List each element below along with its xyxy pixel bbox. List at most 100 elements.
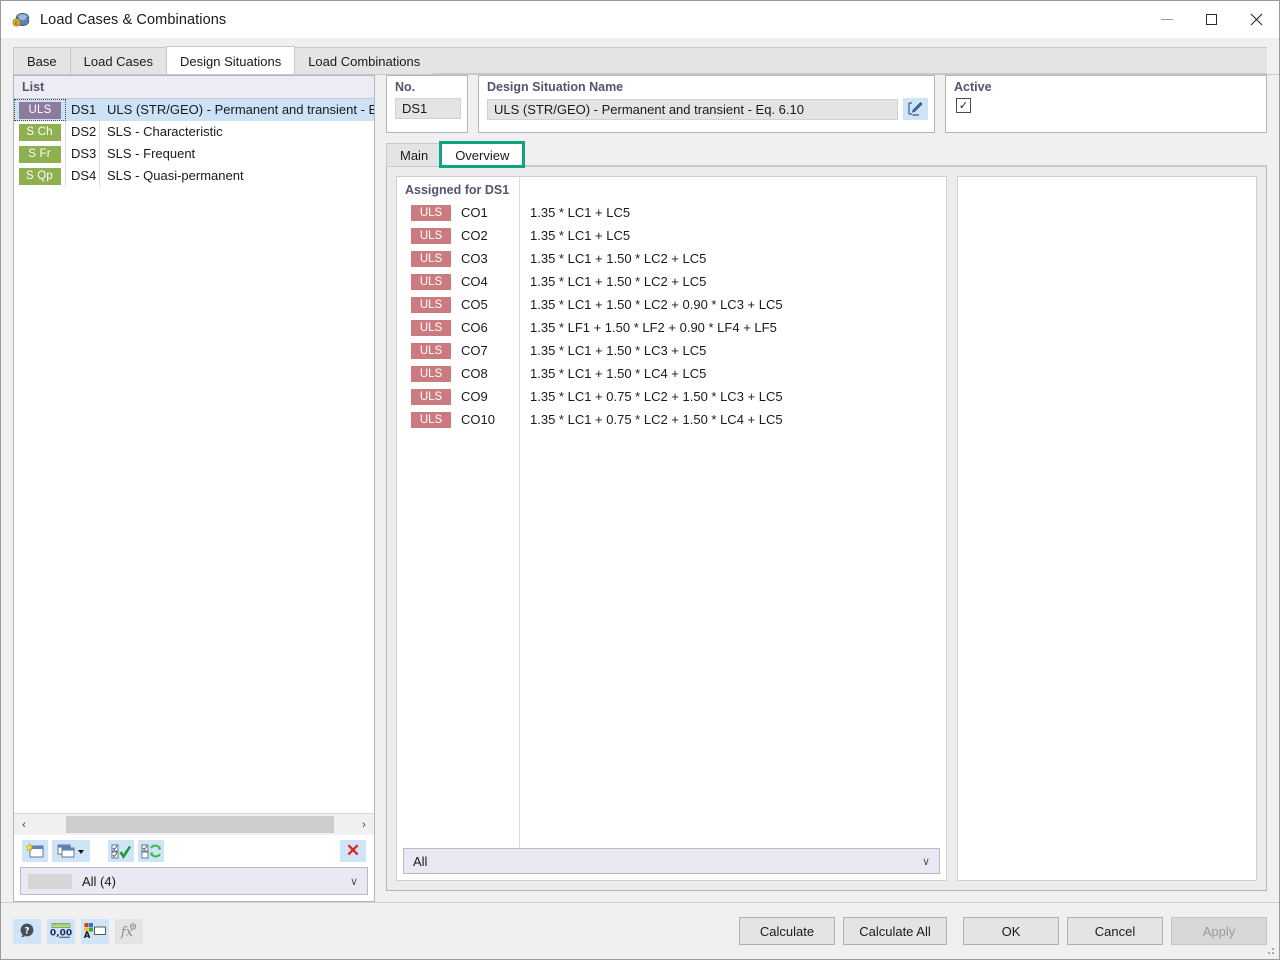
resize-grip[interactable]	[1266, 946, 1276, 956]
list-item-no: DS3	[66, 143, 100, 165]
status-badge: ULS	[411, 389, 451, 405]
apply-button: Apply	[1171, 917, 1267, 945]
calculate-all-button[interactable]: Calculate All	[843, 917, 947, 945]
list-item[interactable]: S Ch DS2 SLS - Characteristic	[14, 121, 374, 143]
badge-cell: ULS	[397, 228, 453, 244]
status-badge: S Qp	[19, 168, 61, 185]
list-item[interactable]: S Fr DS3 SLS - Frequent	[14, 143, 374, 165]
content-area: List ULS DS1 ULS (STR/GEO) - Permanent a…	[1, 75, 1279, 902]
no-label: No.	[387, 80, 467, 98]
calculate-button[interactable]: Calculate	[739, 917, 835, 945]
load-cases-icon: 6	[11, 10, 31, 30]
list-item-name: SLS - Frequent	[100, 143, 374, 165]
scrollbar-track[interactable]	[34, 814, 354, 835]
maximize-button[interactable]	[1189, 1, 1234, 38]
badge-cell: ULS	[397, 389, 453, 405]
badge-cell: ULS	[397, 274, 453, 290]
table-row[interactable]: ULS CO2 1.35 * LC1 + LC5	[397, 224, 946, 247]
assigned-combinations-panel: Assigned for DS1 ULS CO1 1.35 * LC1 + LC…	[396, 176, 947, 881]
cancel-button[interactable]: Cancel	[1067, 917, 1163, 945]
combination-no: CO6	[453, 320, 519, 335]
table-row[interactable]: ULS CO10 1.35 * LC1 + 0.75 * LC2 + 1.50 …	[397, 408, 946, 431]
select-all-button[interactable]	[108, 840, 134, 862]
scroll-right-icon[interactable]: ›	[354, 814, 374, 835]
no-field-group: No. DS1	[386, 75, 468, 133]
help-icon[interactable]: ?	[13, 919, 41, 944]
scroll-left-icon[interactable]: ‹	[14, 814, 34, 835]
design-situation-name-body: ULS (STR/GEO) - Permanent and transient …	[479, 98, 934, 124]
combination-formula: 1.35 * LC1 + 1.50 * LC4 + LC5	[519, 366, 706, 381]
status-badge: ULS	[411, 297, 451, 313]
delete-button[interactable]: ✕	[340, 840, 366, 862]
status-badge: ULS	[411, 274, 451, 290]
tab-base[interactable]: Base	[13, 47, 71, 74]
svg-text:6: 6	[15, 21, 18, 27]
tab-design-situations[interactable]: Design Situations	[166, 46, 295, 74]
list-filter-dropdown[interactable]: All (4) ∨	[20, 867, 368, 895]
load-cases-window: 6 Load Cases & Combinations Base Load Ca…	[0, 0, 1280, 960]
detail-pane: No. DS1 Design Situation Name ULS (STR/G…	[386, 75, 1267, 902]
active-field-group: Active ✓	[945, 75, 1267, 133]
close-button[interactable]	[1234, 1, 1279, 38]
edit-pencil-icon[interactable]	[903, 98, 928, 120]
table-row[interactable]: ULS CO4 1.35 * LC1 + 1.50 * LC2 + LC5	[397, 270, 946, 293]
status-badge: ULS	[411, 343, 451, 359]
units-icon[interactable]: 0,00	[47, 919, 75, 944]
tab-main[interactable]: Main	[386, 143, 442, 166]
table-row[interactable]: ULS CO6 1.35 * LF1 + 1.50 * LF2 + 0.90 *…	[397, 316, 946, 339]
minimize-button[interactable]	[1144, 1, 1189, 38]
tabstrip-filler	[433, 47, 1267, 74]
active-label: Active	[946, 80, 1266, 98]
main-tabstrip-container: Base Load Cases Design Situations Load C…	[1, 38, 1279, 75]
combination-formula: 1.35 * LC1 + 1.50 * LC2 + LC5	[519, 274, 706, 289]
chevron-down-icon[interactable]: ∨	[922, 855, 930, 868]
list-item[interactable]: S Qp DS4 SLS - Quasi-permanent	[14, 165, 374, 187]
combination-formula: 1.35 * LC1 + LC5	[519, 228, 630, 243]
ok-button[interactable]: OK	[963, 917, 1059, 945]
tab-overview[interactable]: Overview	[441, 143, 523, 166]
copy-design-situation-button[interactable]	[52, 840, 90, 862]
list-item[interactable]: ULS DS1 ULS (STR/GEO) - Permanent and tr…	[14, 99, 374, 121]
list-item-no: DS2	[66, 121, 100, 143]
invert-selection-button[interactable]	[138, 840, 164, 862]
new-design-situation-button[interactable]	[22, 840, 48, 862]
tab-load-cases[interactable]: Load Cases	[70, 47, 167, 74]
table-row[interactable]: ULS CO1 1.35 * LC1 + LC5	[397, 201, 946, 224]
active-checkbox[interactable]: ✓	[956, 98, 971, 113]
combination-no: CO1	[453, 205, 519, 220]
badge-cell: ULS	[397, 366, 453, 382]
table-row[interactable]: ULS CO9 1.35 * LC1 + 0.75 * LC2 + 1.50 *…	[397, 385, 946, 408]
assigned-filter-dropdown[interactable]: All ∨	[403, 848, 940, 874]
combination-formula: 1.35 * LF1 + 1.50 * LF2 + 0.90 * LF4 + L…	[519, 320, 777, 335]
status-badge: ULS	[19, 102, 61, 119]
window-controls	[1144, 1, 1279, 38]
combination-no: CO3	[453, 251, 519, 266]
tab-load-combinations[interactable]: Load Combinations	[294, 47, 434, 74]
combination-formula: 1.35 * LC1 + LC5	[519, 205, 630, 220]
scrollbar-thumb[interactable]	[66, 816, 334, 833]
overview-panel: Assigned for DS1 ULS CO1 1.35 * LC1 + LC…	[386, 167, 1267, 891]
assigned-filter-value: All	[413, 854, 427, 869]
footer-button-group: Calculate Calculate All OK Cancel Apply	[739, 917, 1267, 945]
assigned-combinations-list[interactable]: Assigned for DS1 ULS CO1 1.35 * LC1 + LC…	[397, 177, 946, 848]
filter-color-swatch	[28, 874, 72, 889]
top-fields-row: No. DS1 Design Situation Name ULS (STR/G…	[386, 75, 1267, 133]
badge-cell: ULS	[397, 343, 453, 359]
status-badge: ULS	[411, 320, 451, 336]
table-row[interactable]: ULS CO7 1.35 * LC1 + 1.50 * LC3 + LC5	[397, 339, 946, 362]
chevron-down-icon[interactable]: ∨	[350, 875, 358, 888]
table-row[interactable]: ULS CO8 1.35 * LC1 + 1.50 * LC4 + LC5	[397, 362, 946, 385]
design-situations-list[interactable]: ULS DS1 ULS (STR/GEO) - Permanent and tr…	[14, 99, 374, 813]
design-situations-list-panel: List ULS DS1 ULS (STR/GEO) - Permanent a…	[13, 75, 375, 902]
inner-tabstrip-container: Main Overview	[386, 143, 1267, 167]
design-situation-name-input[interactable]: ULS (STR/GEO) - Permanent and transient …	[487, 99, 898, 120]
table-row[interactable]: ULS CO5 1.35 * LC1 + 1.50 * LC2 + 0.90 *…	[397, 293, 946, 316]
combination-no: CO9	[453, 389, 519, 404]
display-properties-icon[interactable]: A	[81, 919, 109, 944]
table-row[interactable]: ULS CO3 1.35 * LC1 + 1.50 * LC2 + LC5	[397, 247, 946, 270]
combination-formula: 1.35 * LC1 + 0.75 * LC2 + 1.50 * LC3 + L…	[519, 389, 783, 404]
horizontal-scrollbar[interactable]: ‹ ›	[14, 813, 374, 835]
preview-panel	[957, 176, 1257, 881]
no-field-body: DS1	[387, 98, 467, 123]
main-tabstrip: Base Load Cases Design Situations Load C…	[13, 47, 1279, 75]
